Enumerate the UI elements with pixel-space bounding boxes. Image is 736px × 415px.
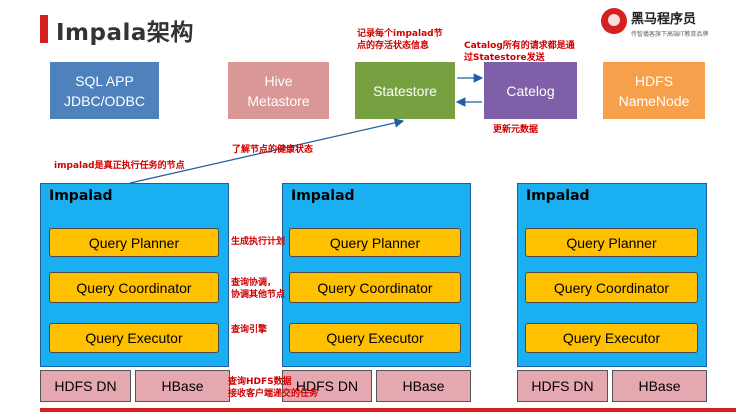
- health-note: 了解节点的健康状态: [232, 145, 314, 155]
- impalad-title: Impalad: [291, 188, 355, 204]
- catalog-update-note: 更新元数据: [493, 125, 539, 135]
- hbase-box: HBase: [135, 370, 230, 402]
- hdfs-dn-box: HDFS DN: [40, 370, 131, 402]
- catalog-note: Catalog所有的请求都是通 过Statestore发送: [464, 41, 575, 63]
- query-planner-box: Query Planner: [49, 228, 219, 257]
- impalad-note: impalad是真正执行任务的节点: [54, 161, 185, 171]
- query-coordinator-box: Query Coordinator: [525, 272, 698, 303]
- query-planner-box: Query Planner: [289, 228, 461, 257]
- query-executor-box: Query Executor: [289, 323, 461, 353]
- query-coordinator-box: Query Coordinator: [289, 272, 461, 303]
- data-note: 查询HDFS数据 接收客户端递交的任务: [228, 377, 319, 399]
- hbase-box: HBase: [376, 370, 471, 402]
- query-executor-box: Query Executor: [525, 323, 698, 353]
- statestore-note: 记录每个impalad节 点的存活状态信息: [357, 29, 443, 51]
- impalad-title: Impalad: [526, 188, 590, 204]
- coordinator-note: 查询协调， 协调其他节点: [231, 278, 286, 300]
- query-coordinator-box: Query Coordinator: [49, 272, 219, 303]
- query-executor-box: Query Executor: [49, 323, 219, 353]
- impalad-title: Impalad: [49, 188, 113, 204]
- planner-note: 生成执行计划: [231, 237, 286, 247]
- hdfs-dn-box: HDFS DN: [517, 370, 608, 402]
- hbase-box: HBase: [612, 370, 707, 402]
- query-planner-box: Query Planner: [525, 228, 698, 257]
- executor-note: 查询引擎: [231, 325, 268, 335]
- bottom-accent-line: [40, 408, 736, 412]
